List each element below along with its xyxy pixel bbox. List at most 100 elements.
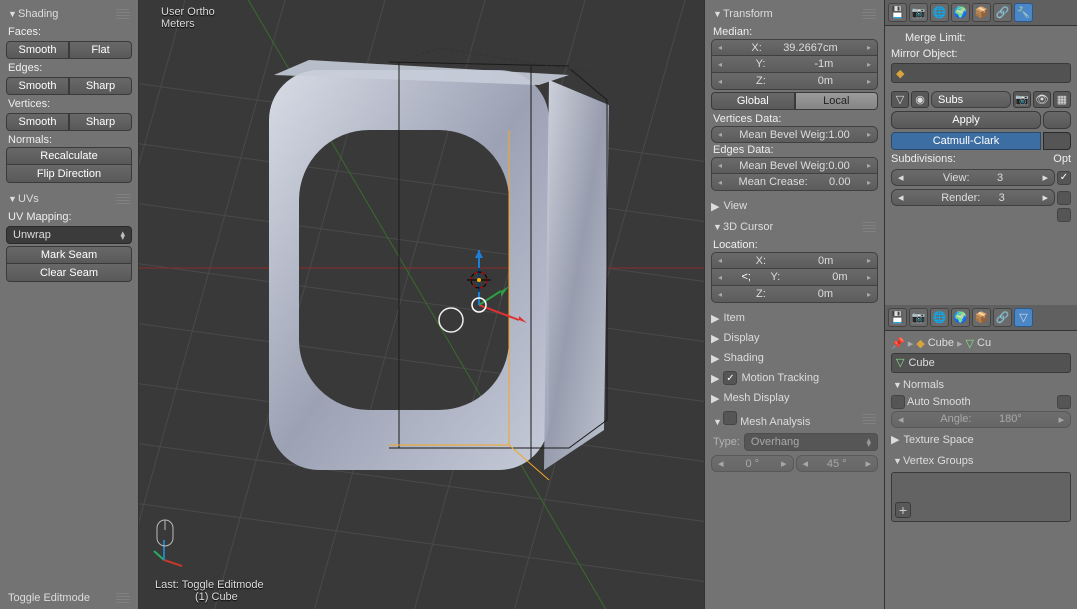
modifiers-tab-icon[interactable]: 🔧 bbox=[1014, 3, 1033, 22]
normals-label: Normals: bbox=[6, 133, 132, 147]
flip-normals-button[interactable]: Flip Direction bbox=[6, 165, 132, 183]
modifier-edit-visibility-button[interactable]: ▦ bbox=[1053, 91, 1071, 108]
constraints-tab-icon[interactable]: 🔗 bbox=[993, 3, 1012, 22]
cursor-x-field[interactable]: ◂X: 0m▸ bbox=[711, 252, 878, 269]
disclosure-triangle-icon: ▼ bbox=[8, 9, 18, 19]
median-x-field[interactable]: ◂X: 39.2667cm▸ bbox=[711, 39, 878, 56]
motion-tracking-panel-header[interactable]: ▶Motion Tracking bbox=[711, 369, 878, 387]
item-panel-header[interactable]: ▶Item bbox=[711, 309, 878, 327]
median-y-field[interactable]: ◂Y: -1m▸ bbox=[711, 56, 878, 73]
shading-panel-header[interactable]: ▼Shading bbox=[6, 5, 132, 23]
drag-grip-icon[interactable] bbox=[116, 194, 130, 204]
analysis-min-field[interactable]: ◂0 °▸ bbox=[711, 455, 794, 472]
cube-icon: ◆ bbox=[896, 67, 904, 80]
faces-smooth-button[interactable]: Smooth bbox=[6, 41, 69, 59]
properties-tab-strip-2: 💾 📷 🌐 🌍 📦 🔗 ▽ bbox=[885, 305, 1077, 331]
properties-tab-strip: 💾 📷 🌐 🌍 📦 🔗 🔧 bbox=[885, 0, 1077, 26]
mean-crease-field[interactable]: ◂Mean Crease: 0.00▸ bbox=[711, 174, 878, 191]
add-vertex-group-button[interactable]: + bbox=[895, 502, 911, 518]
normals-panel-header[interactable]: ▼Normals bbox=[891, 376, 1071, 394]
autosmooth-angle-field[interactable]: ◂Angle: 180°▸ bbox=[891, 411, 1071, 428]
texture-space-panel-header[interactable]: ▶Texture Space bbox=[891, 431, 1071, 449]
mesh-analysis-type-label: Type: bbox=[711, 435, 742, 449]
data-tab-icon[interactable]: ▽ bbox=[1014, 308, 1033, 327]
uvs-panel-header[interactable]: ▼UVs bbox=[6, 190, 132, 208]
world-tab-icon[interactable]: 🌍 bbox=[951, 308, 970, 327]
viewport-canvas bbox=[139, 0, 704, 609]
scene-tab-icon[interactable]: 🌐 bbox=[930, 3, 949, 22]
modifier-name-field[interactable]: Subs bbox=[931, 91, 1011, 108]
use-opensubdiv-checkbox[interactable] bbox=[1057, 191, 1071, 205]
analysis-max-field[interactable]: ◂45 °▸ bbox=[796, 455, 879, 472]
checkbox-icon[interactable] bbox=[723, 371, 737, 385]
cursor-location-label: Location: bbox=[711, 238, 878, 252]
verts-smooth-button[interactable]: Smooth bbox=[6, 113, 69, 131]
modifier-copy-button[interactable] bbox=[1043, 111, 1071, 129]
view-label: User Ortho bbox=[161, 6, 215, 18]
global-toggle[interactable]: Global bbox=[711, 92, 795, 110]
drag-grip-icon[interactable] bbox=[116, 9, 130, 19]
recalculate-normals-button[interactable]: Recalculate bbox=[6, 147, 132, 165]
unwrap-dropdown[interactable]: Unwrap ▴▾ bbox=[6, 226, 132, 244]
datablock-breadcrumb: 📌▸ ◆Cube ▸▽Cu bbox=[891, 335, 1071, 352]
edges-smooth-button[interactable]: Smooth bbox=[6, 77, 69, 95]
shading-panel-header-n[interactable]: ▶Shading bbox=[711, 349, 878, 367]
scene-tab-icon[interactable]: 🌐 bbox=[930, 308, 949, 327]
simple-toggle[interactable] bbox=[1043, 132, 1071, 150]
modifier-render-visibility-button[interactable]: 📷 bbox=[1013, 91, 1031, 108]
modifier-viewport-visibility-button[interactable]: 👁 bbox=[1033, 91, 1051, 108]
transform-panel-header[interactable]: ▼Transform bbox=[711, 5, 878, 23]
checkbox-icon[interactable] bbox=[723, 411, 737, 425]
vertices-data-label: Vertices Data: bbox=[711, 112, 878, 126]
mesh-data-field[interactable]: ▽Cube bbox=[891, 353, 1071, 373]
render-tab-icon[interactable]: 📷 bbox=[909, 3, 928, 22]
subdiv-view-field[interactable]: ◂View: 3▸ bbox=[891, 169, 1055, 186]
tool-shelf: ▼Shading Faces: Smooth Flat Edges: Smoot… bbox=[0, 0, 139, 609]
file-tab-icon[interactable]: 💾 bbox=[888, 308, 907, 327]
subdiv-render-field[interactable]: ◂Render: 3▸ bbox=[891, 189, 1055, 206]
file-tab-icon[interactable]: 💾 bbox=[888, 3, 907, 22]
world-tab-icon[interactable]: 🌍 bbox=[951, 3, 970, 22]
mean-bevel-weight-verts-field[interactable]: ◂Mean Bevel Weig:1.00▸ bbox=[711, 126, 878, 143]
cursor-panel-header[interactable]: ▼3D Cursor bbox=[711, 218, 878, 236]
mesh-icon: ▽ bbox=[896, 356, 904, 369]
object-tab-icon[interactable]: 📦 bbox=[972, 308, 991, 327]
faces-flat-button[interactable]: Flat bbox=[69, 41, 132, 59]
uv-mapping-label: UV Mapping: bbox=[6, 210, 132, 224]
render-tab-icon[interactable]: 📷 bbox=[909, 308, 928, 327]
mirror-object-field[interactable]: ◆ bbox=[891, 63, 1071, 83]
auto-smooth-checkbox[interactable] bbox=[891, 395, 905, 409]
cursor-z-field[interactable]: ◂Z: 0m▸ bbox=[711, 286, 878, 303]
toggle-editmode-redo-panel[interactable]: Toggle Editmode bbox=[6, 589, 132, 607]
cursor-y-field[interactable]: ◂<;Y: 0m▸ bbox=[711, 269, 878, 286]
edges-sharp-button[interactable]: Sharp bbox=[69, 77, 132, 95]
mean-bevel-weight-edges-field[interactable]: ◂Mean Bevel Weig:0.00▸ bbox=[711, 157, 878, 174]
double-sided-checkbox[interactable] bbox=[1057, 395, 1071, 409]
vertex-groups-panel-header[interactable]: ▼Vertex Groups bbox=[891, 452, 1071, 470]
mesh-display-panel-header[interactable]: ▶Mesh Display bbox=[711, 389, 878, 407]
optimal-display-checkbox[interactable] bbox=[1057, 171, 1071, 185]
modifier-expand-button[interactable]: ▽ bbox=[891, 91, 909, 108]
mesh-analysis-panel-header[interactable]: ▼ Mesh Analysis bbox=[711, 410, 878, 428]
drag-grip-icon[interactable] bbox=[116, 593, 130, 603]
edges-data-label: Edges Data: bbox=[711, 143, 878, 157]
median-z-field[interactable]: ◂Z: 0m▸ bbox=[711, 73, 878, 90]
vertex-groups-list[interactable]: + bbox=[891, 472, 1071, 522]
view-panel-header[interactable]: ▶View bbox=[711, 197, 878, 215]
object-tab-icon[interactable]: 📦 bbox=[972, 3, 991, 22]
drag-grip-icon[interactable] bbox=[862, 9, 876, 19]
subdivide-uvs-checkbox[interactable] bbox=[1057, 208, 1071, 222]
catmull-clark-toggle[interactable]: Catmull-Clark bbox=[891, 132, 1041, 150]
clear-seam-button[interactable]: Clear Seam bbox=[6, 264, 132, 282]
verts-sharp-button[interactable]: Sharp bbox=[69, 113, 132, 131]
pin-icon[interactable]: 📌 bbox=[891, 337, 905, 350]
constraints-tab-icon[interactable]: 🔗 bbox=[993, 308, 1012, 327]
3d-viewport[interactable]: User Ortho Meters Last: Toggle Editmode … bbox=[139, 0, 704, 609]
display-panel-header[interactable]: ▶Display bbox=[711, 329, 878, 347]
mark-seam-button[interactable]: Mark Seam bbox=[6, 246, 132, 264]
local-toggle[interactable]: Local bbox=[795, 92, 879, 110]
modifier-apply-button[interactable]: Apply bbox=[891, 111, 1041, 129]
cube-icon: ◆ bbox=[916, 337, 924, 350]
properties-editor: 💾 📷 🌐 🌍 📦 🔗 🔧 Merge Limit: Mirror Object… bbox=[884, 0, 1077, 609]
mesh-analysis-type-dropdown[interactable]: Overhang▴▾ bbox=[744, 433, 878, 451]
